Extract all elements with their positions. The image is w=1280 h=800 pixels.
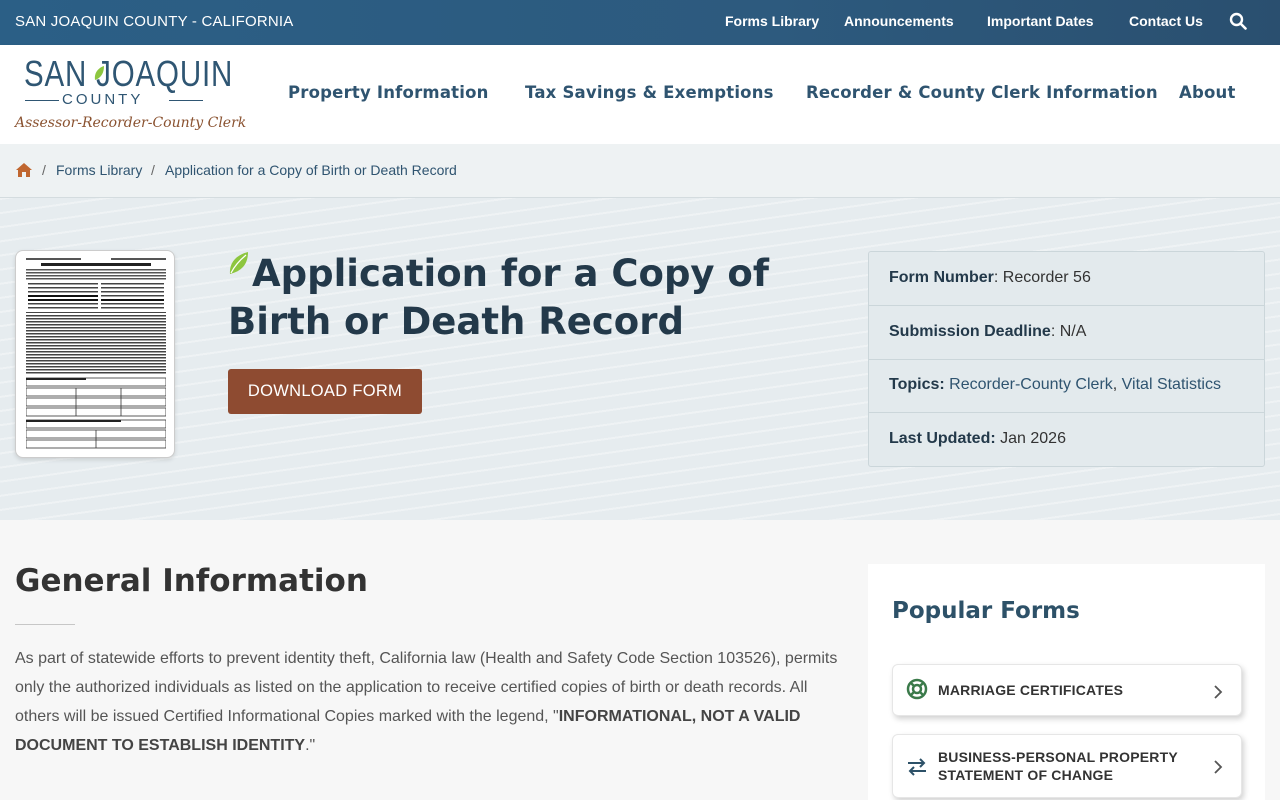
last-updated-label: Last Updated: — [889, 430, 996, 447]
search-icon[interactable] — [1229, 12, 1247, 30]
nav-tax-savings[interactable]: Tax Savings & Exemptions — [525, 83, 774, 102]
general-information-paragraph: As part of statewide efforts to prevent … — [15, 644, 845, 760]
utility-links: Forms Library Announcements Important Da… — [0, 13, 1280, 33]
form-details-panel: Form Number: Recorder 56 Submission Dead… — [868, 251, 1265, 467]
deadline-row: Submission Deadline: N/A — [869, 306, 1264, 360]
home-icon[interactable] — [15, 162, 33, 178]
logo-subtitle: COUNTY — [62, 91, 144, 108]
breadcrumb-current-page[interactable]: Application for a Copy of Birth or Death… — [165, 162, 457, 178]
heading-divider — [15, 624, 75, 625]
breadcrumb-forms-library[interactable]: Forms Library — [56, 162, 142, 178]
popular-forms-panel: Popular Forms MARRIAGE CERTIFICATES BUSI… — [868, 564, 1265, 800]
form-number-label: Form Number — [889, 269, 994, 286]
form-thumbnail — [15, 250, 175, 458]
popular-form-label: BUSINESS-PERSONAL PROPERTY STATEMENT OF … — [938, 749, 1178, 783]
deadline-value: N/A — [1059, 323, 1087, 340]
rings-icon — [906, 678, 928, 700]
chevron-right-icon — [1214, 760, 1223, 774]
paragraph-text-end: ." — [305, 737, 316, 754]
breadcrumb-separator: / — [42, 162, 46, 178]
last-updated-value: Jan 2026 — [1000, 430, 1066, 447]
contact-us-link[interactable]: Contact Us — [1129, 13, 1203, 29]
popular-form-label: MARRIAGE CERTIFICATES — [938, 682, 1124, 698]
logo-rule-right — [169, 100, 203, 101]
form-number-row: Form Number: Recorder 56 — [869, 252, 1264, 306]
nav-recorder-clerk[interactable]: Recorder & County Clerk Information — [806, 83, 1158, 102]
breadcrumb: / Forms Library / Application for a Copy… — [0, 144, 1280, 198]
last-updated-row: Last Updated: Jan 2026 — [869, 413, 1264, 467]
forms-library-link[interactable]: Forms Library — [725, 13, 819, 29]
logo-rule-left — [25, 100, 59, 101]
logo-tagline: Assessor-Recorder-County Clerk — [15, 115, 247, 131]
swap-arrows-icon — [908, 758, 926, 776]
form-preview-image — [26, 258, 166, 449]
deadline-label: Submission Deadline — [889, 323, 1051, 340]
site-logo[interactable]: SAN JOAQUIN COUNTY Assessor-Recorder-Cou… — [15, 53, 246, 137]
popular-forms-heading: Popular Forms — [892, 598, 1080, 624]
popular-form-card[interactable]: MARRIAGE CERTIFICATES — [892, 664, 1242, 716]
section-heading-general-information: General Information — [15, 563, 368, 599]
nav-about[interactable]: About — [1179, 83, 1236, 102]
chevron-right-icon — [1214, 685, 1223, 699]
nav-property-information[interactable]: Property Information — [288, 83, 489, 102]
topics-row: Topics: Recorder-County Clerk, Vital Sta… — [869, 359, 1264, 413]
form-number-value: Recorder 56 — [1002, 269, 1091, 286]
logo-title: SAN JOAQUIN — [24, 53, 234, 94]
form-hero: Application for a Copy of Birth or Death… — [0, 198, 1280, 520]
breadcrumb-separator: / — [151, 162, 155, 178]
popular-form-card[interactable]: BUSINESS-PERSONAL PROPERTY STATEMENT OF … — [892, 734, 1242, 798]
topics-label: Topics: — [889, 376, 945, 393]
utility-bar: SAN JOAQUIN COUNTY - CALIFORNIA Forms Li… — [0, 0, 1280, 45]
topic-link-recorder-county-clerk[interactable]: Recorder-County Clerk — [949, 376, 1113, 393]
page-title: Application for a Copy of Birth or Death… — [228, 252, 769, 343]
important-dates-link[interactable]: Important Dates — [987, 13, 1094, 29]
site-header: SAN JOAQUIN COUNTY Assessor-Recorder-Cou… — [0, 45, 1280, 144]
download-form-button[interactable]: DOWNLOAD FORM — [228, 369, 422, 414]
topic-link-vital-statistics[interactable]: Vital Statistics — [1122, 376, 1221, 393]
leaf-icon — [94, 66, 104, 80]
announcements-link[interactable]: Announcements — [844, 13, 954, 29]
